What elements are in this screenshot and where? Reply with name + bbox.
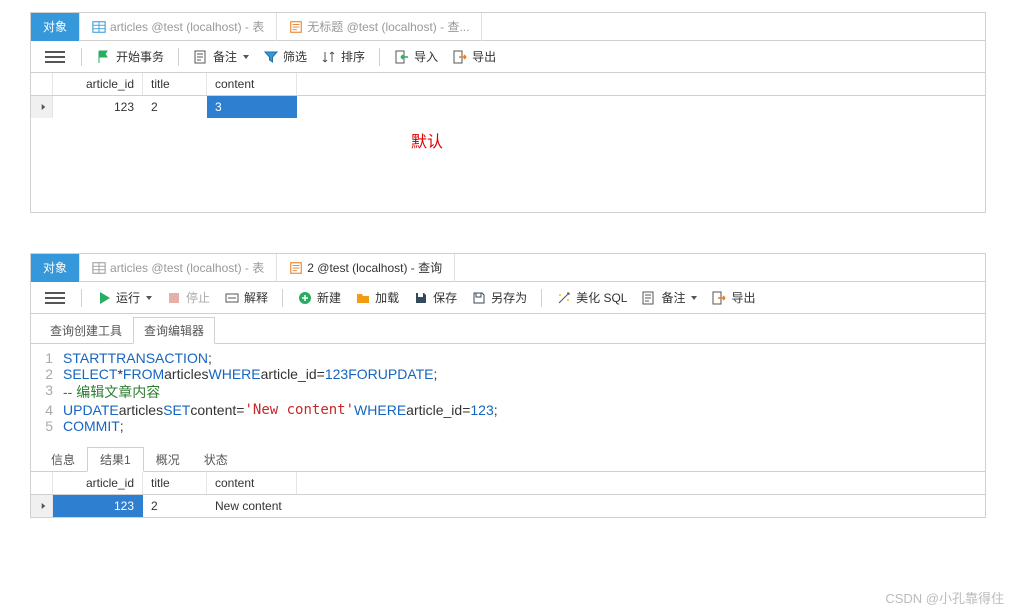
result-tab-profile[interactable]: 概况 (144, 448, 192, 471)
stop-icon (166, 290, 182, 306)
folder-icon (355, 290, 371, 306)
table-row[interactable]: 123 2 3 (31, 96, 985, 118)
cell-title[interactable]: 2 (143, 96, 207, 118)
cell-article-id-selected[interactable]: 123 (53, 495, 143, 517)
subtab-builder[interactable]: 查询创建工具 (39, 317, 133, 343)
begin-transaction-button[interactable]: 开始事务 (92, 46, 168, 67)
notes-button[interactable]: 备注 (189, 46, 253, 67)
sort-button[interactable]: 排序 (317, 46, 369, 67)
filter-button[interactable]: 筛选 (259, 46, 311, 67)
explain-icon (224, 290, 240, 306)
current-row-icon (42, 104, 46, 110)
table-toolbar: 开始事务 备注 筛选 排序 导入 导出 (31, 41, 985, 73)
row-indicator (31, 96, 53, 118)
result-tab-info[interactable]: 信息 (39, 448, 87, 471)
cell-title[interactable]: 2 (143, 495, 207, 517)
stop-button[interactable]: 停止 (162, 287, 214, 308)
tab-strip-2: 对象 articles @test (localhost) - 表 2 @tes… (31, 254, 985, 282)
export-icon (711, 290, 727, 306)
saveas-button[interactable]: 另存为 (467, 287, 531, 308)
save-icon (413, 290, 429, 306)
current-row-icon (42, 503, 46, 509)
tab-query-2[interactable]: 2 @test (localhost) - 查询 (277, 254, 455, 282)
column-header-content[interactable]: content (207, 472, 297, 494)
flag-icon (96, 49, 112, 65)
subtab-editor[interactable]: 查询编辑器 (133, 317, 215, 344)
grid-header: article_id title content (31, 73, 985, 96)
query-editor-panel: 对象 articles @test (localhost) - 表 2 @tes… (30, 253, 986, 518)
query-toolbar: 运行 停止 解释 新建 加载 保存 另存为 美化 SQL (31, 282, 985, 314)
export-icon (452, 49, 468, 65)
wand-icon (556, 290, 572, 306)
result-tab-result1[interactable]: 结果1 (87, 447, 144, 472)
result-tab-status[interactable]: 状态 (192, 448, 240, 471)
column-header-title[interactable]: title (143, 73, 207, 95)
query-icon (289, 20, 303, 34)
sort-icon (321, 49, 337, 65)
notes-icon (641, 290, 657, 306)
menu-icon[interactable] (45, 51, 65, 63)
import-icon (394, 49, 410, 65)
tab-query-untitled[interactable]: 无标题 @test (localhost) - 查... (277, 13, 482, 41)
run-button[interactable]: 运行 (92, 287, 156, 308)
column-header-content[interactable]: content (207, 73, 297, 95)
result-tabs: 信息 结果1 概况 状态 (31, 448, 985, 472)
result-header: article_id title content (31, 472, 985, 495)
explain-button[interactable]: 解释 (220, 287, 272, 308)
notes-icon (193, 49, 209, 65)
dropdown-icon (691, 296, 697, 300)
play-icon (96, 290, 112, 306)
funnel-icon (263, 49, 279, 65)
load-button[interactable]: 加载 (351, 287, 403, 308)
editor-subtabs: 查询创建工具 查询编辑器 (31, 318, 985, 344)
dropdown-icon (243, 55, 249, 59)
cell-content[interactable]: New content (207, 495, 297, 517)
export-button-2[interactable]: 导出 (707, 287, 759, 308)
annotation-default: 默认 (411, 128, 985, 152)
column-header-article-id[interactable]: article_id (53, 472, 143, 494)
tab-strip: 对象 articles @test (localhost) - 表 无标题 @t… (31, 13, 985, 41)
table-viewer-panel: 对象 articles @test (localhost) - 表 无标题 @t… (30, 12, 986, 213)
row-indicator (31, 495, 53, 517)
sql-editor[interactable]: 1START TRANSACTION; 2SELECT * FROM artic… (31, 344, 985, 440)
saveas-icon (471, 290, 487, 306)
query-icon (289, 261, 303, 275)
column-header-article-id[interactable]: article_id (53, 73, 143, 95)
new-icon (297, 290, 313, 306)
export-button[interactable]: 导出 (448, 46, 500, 67)
new-button[interactable]: 新建 (293, 287, 345, 308)
table-row[interactable]: 123 2 New content (31, 495, 985, 517)
column-header-title[interactable]: title (143, 472, 207, 494)
cell-article-id[interactable]: 123 (53, 96, 143, 118)
beautify-button[interactable]: 美化 SQL (552, 287, 631, 308)
import-button[interactable]: 导入 (390, 46, 442, 67)
table-icon (92, 20, 106, 34)
cell-content-selected[interactable]: 3 (207, 96, 297, 118)
tab-objects[interactable]: 对象 (31, 13, 80, 41)
dropdown-icon (146, 296, 152, 300)
watermark: CSDN @小孔靠得住 (885, 588, 1004, 607)
notes-button-2[interactable]: 备注 (637, 287, 701, 308)
result-grid: article_id title content 123 2 New conte… (31, 472, 985, 517)
table-grid: article_id title content 123 2 3 (31, 73, 985, 118)
save-button[interactable]: 保存 (409, 287, 461, 308)
tab-objects-2[interactable]: 对象 (31, 254, 80, 282)
menu-icon[interactable] (45, 292, 65, 304)
tab-articles-table[interactable]: articles @test (localhost) - 表 (80, 13, 277, 41)
tab-articles-table-2[interactable]: articles @test (localhost) - 表 (80, 254, 277, 282)
table-icon (92, 261, 106, 275)
